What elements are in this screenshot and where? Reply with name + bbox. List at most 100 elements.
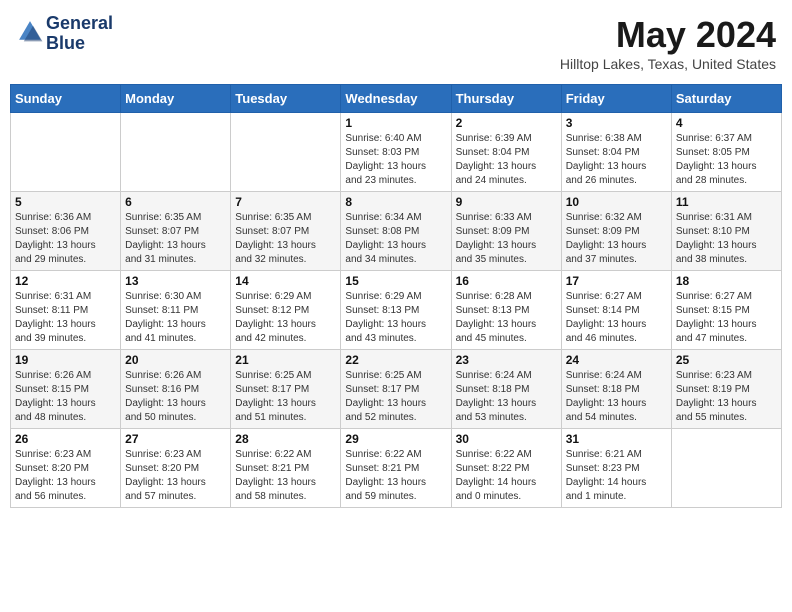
day-number: 24 bbox=[566, 353, 667, 367]
day-info: Sunrise: 6:35 AMSunset: 8:07 PMDaylight:… bbox=[235, 211, 336, 267]
day-number: 15 bbox=[345, 274, 446, 288]
day-number: 10 bbox=[566, 195, 667, 209]
logo-text: General Blue bbox=[46, 14, 113, 54]
calendar-cell bbox=[11, 113, 121, 192]
calendar-cell: 17Sunrise: 6:27 AMSunset: 8:14 PMDayligh… bbox=[561, 271, 671, 350]
calendar-cell: 5 Sunrise: 6:36 AMSunset: 8:06 PMDaylight… bbox=[11, 192, 121, 271]
calendar-body: 1Sunrise: 6:40 AMSunset: 8:03 PMDaylight… bbox=[11, 113, 782, 508]
day-info: Sunrise: 6:21 AMSunset: 8:23 PMDaylight:… bbox=[566, 448, 667, 504]
calendar-cell: 16Sunrise: 6:28 AMSunset: 8:13 PMDayligh… bbox=[451, 271, 561, 350]
calendar-week-row: 1Sunrise: 6:40 AMSunset: 8:03 PMDaylight… bbox=[11, 113, 782, 192]
day-number: 8 bbox=[345, 195, 446, 209]
day-number: 29 bbox=[345, 432, 446, 446]
day-info: Sunrise: 6:39 AMSunset: 8:04 PMDaylight:… bbox=[456, 132, 557, 188]
day-info: Sunrise: 6:22 AMSunset: 8:22 PMDaylight:… bbox=[456, 448, 557, 504]
weekday-header-cell: Wednesday bbox=[341, 85, 451, 113]
calendar-cell: 25Sunrise: 6:23 AMSunset: 8:19 PMDayligh… bbox=[671, 350, 781, 429]
location: Hilltop Lakes, Texas, United States bbox=[560, 56, 776, 72]
day-info: Sunrise: 6:34 AMSunset: 8:08 PMDaylight:… bbox=[345, 211, 446, 267]
day-number: 23 bbox=[456, 353, 557, 367]
day-info: Sunrise: 6:29 AMSunset: 8:13 PMDaylight:… bbox=[345, 290, 446, 346]
weekday-header-cell: Monday bbox=[121, 85, 231, 113]
weekday-header-row: SundayMondayTuesdayWednesdayThursdayFrid… bbox=[11, 85, 782, 113]
day-info: Sunrise: 6:32 AMSunset: 8:09 PMDaylight:… bbox=[566, 211, 667, 267]
day-number: 11 bbox=[676, 195, 777, 209]
day-info: Sunrise: 6:31 AMSunset: 8:11 PMDaylight:… bbox=[15, 290, 116, 346]
day-info: Sunrise: 6:37 AMSunset: 8:05 PMDaylight:… bbox=[676, 132, 777, 188]
calendar-cell bbox=[671, 429, 781, 508]
day-number: 21 bbox=[235, 353, 336, 367]
calendar-cell: 10 Sunrise: 6:32 AMSunset: 8:09 PMDayligh… bbox=[561, 192, 671, 271]
page-header: General Blue May 2024 Hilltop Lakes, Tex… bbox=[10, 10, 782, 76]
day-number: 1 bbox=[345, 116, 446, 130]
calendar-cell: 13Sunrise: 6:30 AMSunset: 8:11 PMDayligh… bbox=[121, 271, 231, 350]
day-number: 12 bbox=[15, 274, 116, 288]
calendar-cell: 2 Sunrise: 6:39 AMSunset: 8:04 PMDaylight… bbox=[451, 113, 561, 192]
calendar-cell: 7 Sunrise: 6:35 AMSunset: 8:07 PMDaylight… bbox=[231, 192, 341, 271]
calendar-week-row: 19 Sunrise: 6:26 AMSunset: 8:15 PMDayligh… bbox=[11, 350, 782, 429]
weekday-header-cell: Thursday bbox=[451, 85, 561, 113]
day-number: 3 bbox=[566, 116, 667, 130]
day-number: 16 bbox=[456, 274, 557, 288]
calendar-cell: 15 Sunrise: 6:29 AMSunset: 8:13 PMDayligh… bbox=[341, 271, 451, 350]
calendar-week-row: 12 Sunrise: 6:31 AMSunset: 8:11 PMDayligh… bbox=[11, 271, 782, 350]
day-number: 17 bbox=[566, 274, 667, 288]
day-number: 4 bbox=[676, 116, 777, 130]
day-info: Sunrise: 6:33 AMSunset: 8:09 PMDaylight:… bbox=[456, 211, 557, 267]
calendar-week-row: 26 Sunrise: 6:23 AMSunset: 8:20 PMDayligh… bbox=[11, 429, 782, 508]
calendar-cell bbox=[231, 113, 341, 192]
day-number: 28 bbox=[235, 432, 336, 446]
day-number: 7 bbox=[235, 195, 336, 209]
day-info: Sunrise: 6:38 AMSunset: 8:04 PMDaylight:… bbox=[566, 132, 667, 188]
day-number: 30 bbox=[456, 432, 557, 446]
day-info: Sunrise: 6:23 AMSunset: 8:19 PMDaylight:… bbox=[676, 369, 777, 425]
day-info: Sunrise: 6:25 AMSunset: 8:17 PMDaylight:… bbox=[235, 369, 336, 425]
calendar-cell: 31 Sunrise: 6:21 AMSunset: 8:23 PMDayligh… bbox=[561, 429, 671, 508]
day-info: Sunrise: 6:26 AMSunset: 8:15 PMDaylight:… bbox=[15, 369, 116, 425]
day-number: 6 bbox=[125, 195, 226, 209]
day-number: 14 bbox=[235, 274, 336, 288]
calendar-cell: 18 Sunrise: 6:27 AMSunset: 8:15 PMDayligh… bbox=[671, 271, 781, 350]
calendar-cell: 23Sunrise: 6:24 AMSunset: 8:18 PMDayligh… bbox=[451, 350, 561, 429]
logo-icon bbox=[16, 18, 44, 46]
calendar-cell: 8 Sunrise: 6:34 AMSunset: 8:08 PMDaylight… bbox=[341, 192, 451, 271]
calendar-cell: 11 Sunrise: 6:31 AMSunset: 8:10 PMDayligh… bbox=[671, 192, 781, 271]
weekday-header-cell: Tuesday bbox=[231, 85, 341, 113]
calendar-cell: 9 Sunrise: 6:33 AMSunset: 8:09 PMDaylight… bbox=[451, 192, 561, 271]
month-title: May 2024 bbox=[560, 14, 776, 56]
weekday-header-cell: Friday bbox=[561, 85, 671, 113]
day-info: Sunrise: 6:23 AMSunset: 8:20 PMDaylight:… bbox=[125, 448, 226, 504]
weekday-header-cell: Saturday bbox=[671, 85, 781, 113]
day-number: 5 bbox=[15, 195, 116, 209]
day-number: 2 bbox=[456, 116, 557, 130]
calendar-cell: 29 Sunrise: 6:22 AMSunset: 8:21 PMDayligh… bbox=[341, 429, 451, 508]
day-info: Sunrise: 6:24 AMSunset: 8:18 PMDaylight:… bbox=[566, 369, 667, 425]
day-info: Sunrise: 6:35 AMSunset: 8:07 PMDaylight:… bbox=[125, 211, 226, 267]
day-info: Sunrise: 6:26 AMSunset: 8:16 PMDaylight:… bbox=[125, 369, 226, 425]
calendar-table: SundayMondayTuesdayWednesdayThursdayFrid… bbox=[10, 84, 782, 508]
calendar-cell: 24 Sunrise: 6:24 AMSunset: 8:18 PMDayligh… bbox=[561, 350, 671, 429]
calendar-cell: 4 Sunrise: 6:37 AMSunset: 8:05 PMDaylight… bbox=[671, 113, 781, 192]
day-info: Sunrise: 6:27 AMSunset: 8:15 PMDaylight:… bbox=[676, 290, 777, 346]
title-block: May 2024 Hilltop Lakes, Texas, United St… bbox=[560, 14, 776, 72]
calendar-cell: 19 Sunrise: 6:26 AMSunset: 8:15 PMDayligh… bbox=[11, 350, 121, 429]
day-number: 31 bbox=[566, 432, 667, 446]
day-number: 26 bbox=[15, 432, 116, 446]
day-number: 19 bbox=[15, 353, 116, 367]
logo: General Blue bbox=[16, 14, 113, 54]
day-info: Sunrise: 6:31 AMSunset: 8:10 PMDaylight:… bbox=[676, 211, 777, 267]
day-info: Sunrise: 6:25 AMSunset: 8:17 PMDaylight:… bbox=[345, 369, 446, 425]
day-info: Sunrise: 6:22 AMSunset: 8:21 PMDaylight:… bbox=[345, 448, 446, 504]
day-number: 9 bbox=[456, 195, 557, 209]
calendar-cell: 12 Sunrise: 6:31 AMSunset: 8:11 PMDayligh… bbox=[11, 271, 121, 350]
calendar-cell: 21 Sunrise: 6:25 AMSunset: 8:17 PMDayligh… bbox=[231, 350, 341, 429]
calendar-cell: 27 Sunrise: 6:23 AMSunset: 8:20 PMDayligh… bbox=[121, 429, 231, 508]
day-info: Sunrise: 6:30 AMSunset: 8:11 PMDaylight:… bbox=[125, 290, 226, 346]
day-info: Sunrise: 6:36 AMSunset: 8:06 PMDaylight:… bbox=[15, 211, 116, 267]
day-number: 22 bbox=[345, 353, 446, 367]
calendar-cell bbox=[121, 113, 231, 192]
day-number: 20 bbox=[125, 353, 226, 367]
day-number: 27 bbox=[125, 432, 226, 446]
calendar-cell: 22 Sunrise: 6:25 AMSunset: 8:17 PMDayligh… bbox=[341, 350, 451, 429]
day-number: 18 bbox=[676, 274, 777, 288]
